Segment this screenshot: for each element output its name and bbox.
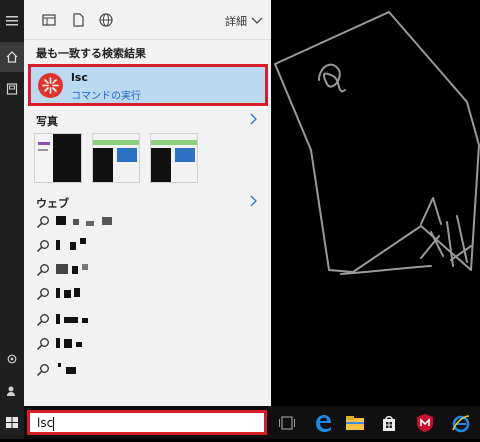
- desktop-sketch: [274, 11, 480, 275]
- task-view-icon[interactable]: [276, 412, 298, 434]
- redacted-text: [76, 342, 82, 347]
- home-icon[interactable]: [0, 42, 24, 72]
- lsc-app-icon: [38, 73, 63, 98]
- web-globe-icon[interactable]: [98, 12, 114, 28]
- start-rail: [0, 0, 24, 406]
- search-box[interactable]: lsc: [27, 410, 267, 435]
- redacted-text: [56, 216, 66, 225]
- redacted-text: [86, 221, 94, 226]
- redacted-text: [72, 266, 78, 274]
- search-icon: [36, 240, 49, 253]
- best-match-type: コマンドの実行: [71, 91, 141, 102]
- detail-label: 詳細: [225, 15, 247, 28]
- apps-icon[interactable]: [41, 12, 57, 28]
- web-result[interactable]: [36, 360, 236, 380]
- redacted-text: [73, 219, 79, 225]
- best-match-result[interactable]: lsc コマンドの実行: [28, 64, 268, 106]
- photo-thumbnail[interactable]: [92, 133, 140, 183]
- search-icon: [36, 288, 49, 301]
- chevron-down-icon: [251, 17, 263, 24]
- web-result[interactable]: [36, 284, 236, 304]
- chevron-right-icon[interactable]: [249, 113, 259, 125]
- redacted-text: [56, 314, 60, 324]
- web-result[interactable]: [36, 236, 236, 256]
- notebook-icon[interactable]: [0, 74, 24, 104]
- photo-thumbnail[interactable]: [150, 133, 198, 183]
- redacted-text: [64, 290, 71, 298]
- mcafee-icon[interactable]: [414, 412, 436, 434]
- redacted-text: [56, 338, 60, 348]
- web-result[interactable]: [36, 334, 236, 354]
- redacted-text: [64, 317, 78, 323]
- redacted-text: [66, 367, 76, 374]
- search-input[interactable]: lsc: [37, 416, 53, 430]
- redacted-text: [56, 288, 60, 298]
- redacted-text: [82, 318, 88, 323]
- hamburger-icon[interactable]: [0, 6, 24, 36]
- search-icon: [36, 364, 49, 377]
- windows-icon: [6, 417, 18, 428]
- edge-icon[interactable]: [312, 412, 334, 434]
- chevron-right-icon[interactable]: [249, 195, 259, 207]
- screen: 詳細 最も一致する検索結果 lsc コマンドの実行 写真 ウェブ lsc: [0, 0, 480, 439]
- search-icon: [36, 216, 49, 229]
- redacted-text: [70, 242, 76, 250]
- search-icon: [36, 264, 49, 277]
- redacted-text: [74, 288, 80, 297]
- photos-heading: 写真: [36, 115, 58, 128]
- best-match-name: lsc: [71, 71, 88, 84]
- redacted-text: [56, 264, 68, 274]
- search-icon: [36, 314, 49, 327]
- redacted-text: [56, 240, 60, 250]
- start-button[interactable]: [0, 406, 24, 439]
- detail-filter[interactable]: 詳細: [225, 13, 263, 29]
- web-result[interactable]: [36, 260, 236, 280]
- redacted-text: [58, 363, 61, 367]
- store-icon[interactable]: [378, 412, 400, 434]
- redacted-text: [80, 238, 86, 244]
- documents-icon[interactable]: [70, 12, 86, 28]
- settings-icon[interactable]: [0, 344, 24, 374]
- feedback-icon[interactable]: [0, 376, 24, 406]
- web-heading: ウェブ: [36, 197, 69, 210]
- best-match-heading: 最も一致する検索結果: [36, 47, 146, 60]
- redacted-text: [64, 339, 72, 348]
- ie-icon[interactable]: [450, 412, 472, 434]
- photo-thumbnail[interactable]: [34, 133, 82, 183]
- redacted-text: [102, 217, 112, 225]
- search-results-panel: 詳細 最も一致する検索結果 lsc コマンドの実行 写真 ウェブ: [24, 0, 271, 406]
- web-result[interactable]: [36, 212, 236, 232]
- web-result[interactable]: [36, 310, 236, 330]
- file-explorer-icon[interactable]: [344, 412, 366, 434]
- text-caret: [53, 417, 54, 431]
- search-icon: [36, 338, 49, 351]
- results-toolbar: 詳細: [24, 0, 271, 40]
- redacted-text: [82, 264, 88, 270]
